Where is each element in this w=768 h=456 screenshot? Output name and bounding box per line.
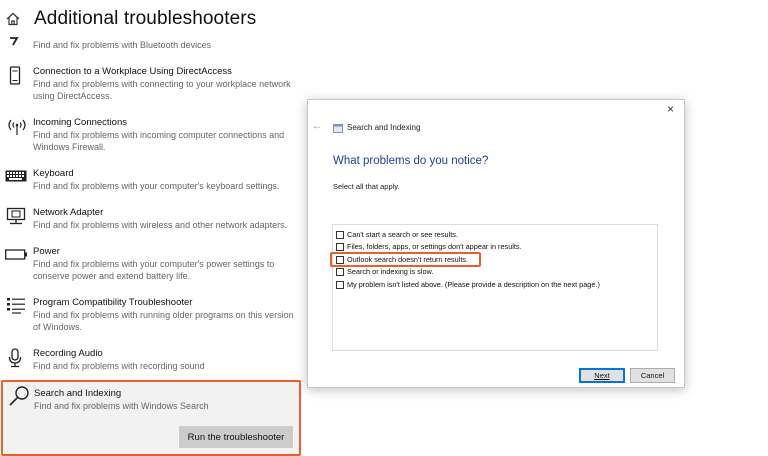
troubleshooter-app-icon <box>333 124 343 133</box>
troubleshooter-title: Recording Audio <box>33 348 103 359</box>
problem-option[interactable]: Search or indexing is slow. <box>336 266 433 277</box>
list-icon <box>7 298 25 314</box>
troubleshooter-power[interactable]: Power Find and fix problems with your co… <box>0 246 300 284</box>
troubleshooter-title: Search and Indexing <box>34 388 122 399</box>
settings-page: Additional troubleshooters Find and fix … <box>0 0 310 456</box>
cancel-button[interactable]: Cancel <box>630 368 675 383</box>
troubleshooter-title: Power <box>33 246 60 257</box>
problem-option[interactable]: My problem isn't listed above. (Please p… <box>336 279 600 290</box>
phone-directaccess-icon <box>9 66 21 85</box>
back-arrow-icon[interactable]: ← <box>312 121 322 132</box>
troubleshooter-title: Connection to a Workplace Using DirectAc… <box>33 66 232 77</box>
troubleshooter-desc: Find and fix problems with wireless and … <box>33 220 288 230</box>
option-label: Search or indexing is slow. <box>347 267 434 276</box>
troubleshooter-desc: Find and fix problems with recording sou… <box>33 361 205 371</box>
page-header: Additional troubleshooters <box>6 8 256 30</box>
network-monitor-icon <box>6 207 26 225</box>
keyboard-icon <box>5 170 27 182</box>
dialog-app-title: Search and Indexing <box>347 123 421 132</box>
checkbox[interactable] <box>336 242 344 251</box>
home-icon[interactable] <box>6 12 20 26</box>
option-label: Can't start a search or see results. <box>347 230 458 239</box>
problem-options-list: Can't start a search or see results. Fil… <box>332 224 658 351</box>
troubleshooter-title: Incoming Connections <box>33 117 127 128</box>
page-title: Additional troubleshooters <box>34 8 257 29</box>
close-icon[interactable]: × <box>667 102 674 116</box>
troubleshooter-keyboard[interactable]: Keyboard Find and fix problems with your… <box>0 168 300 194</box>
troubleshooter-incoming-connections[interactable]: Incoming Connections Find and fix proble… <box>0 117 300 155</box>
checkbox[interactable] <box>336 267 344 276</box>
option-label: My problem isn't listed above. (Please p… <box>347 280 600 289</box>
troubleshooter-desc: Find and fix problems with your computer… <box>33 259 275 281</box>
troubleshooter-network-adapter[interactable]: Network Adapter Find and fix problems wi… <box>0 207 300 233</box>
troubleshooter-bluetooth[interactable]: Find and fix problems with Bluetooth dev… <box>0 37 300 53</box>
bluetooth-icon <box>10 37 19 46</box>
troubleshooter-search-indexing[interactable]: Search and Indexing Find and fix problem… <box>1 380 301 456</box>
troubleshooter-desc: Find and fix problems with Windows Searc… <box>34 401 209 411</box>
screenshot-root: Additional troubleshooters Find and fix … <box>0 0 768 456</box>
problem-option[interactable]: Files, folders, apps, or settings don't … <box>336 241 522 252</box>
troubleshooter-title: Network Adapter <box>33 207 104 218</box>
dialog-heading: What problems do you notice? <box>333 155 489 167</box>
troubleshooter-recording-audio[interactable]: Recording Audio Find and fix problems wi… <box>0 348 300 374</box>
checkbox[interactable] <box>336 230 344 239</box>
checkbox[interactable] <box>336 280 344 289</box>
annotation-highlight-box <box>330 252 481 267</box>
problem-option[interactable]: Can't start a search or see results. <box>336 229 458 240</box>
troubleshooter-desc: Find and fix problems with your computer… <box>33 181 280 191</box>
troubleshooter-desc: Find and fix problems with running older… <box>33 310 294 332</box>
troubleshooter-program-compatibility[interactable]: Program Compatibility Troubleshooter Fin… <box>0 297 300 335</box>
dialog-instruction: Select all that apply. <box>333 182 400 191</box>
troubleshooter-desc: Find and fix problems with incoming comp… <box>33 130 285 152</box>
next-button[interactable]: Next <box>579 368 625 383</box>
troubleshooter-dialog: × ← Search and Indexing What problems do… <box>307 99 685 388</box>
troubleshooter-title: Keyboard <box>33 168 74 179</box>
troubleshooter-title: Program Compatibility Troubleshooter <box>33 297 193 308</box>
microphone-icon <box>8 348 22 368</box>
search-icon <box>9 386 29 406</box>
battery-icon <box>5 249 27 260</box>
troubleshooter-desc: Find and fix problems with connecting to… <box>33 79 291 101</box>
troubleshooter-directaccess[interactable]: Connection to a Workplace Using DirectAc… <box>0 66 300 104</box>
option-label: Files, folders, apps, or settings don't … <box>347 242 522 251</box>
troubleshooter-desc: Find and fix problems with Bluetooth dev… <box>33 40 212 50</box>
antenna-icon <box>8 119 26 135</box>
run-troubleshooter-button[interactable]: Run the troubleshooter <box>179 426 293 448</box>
